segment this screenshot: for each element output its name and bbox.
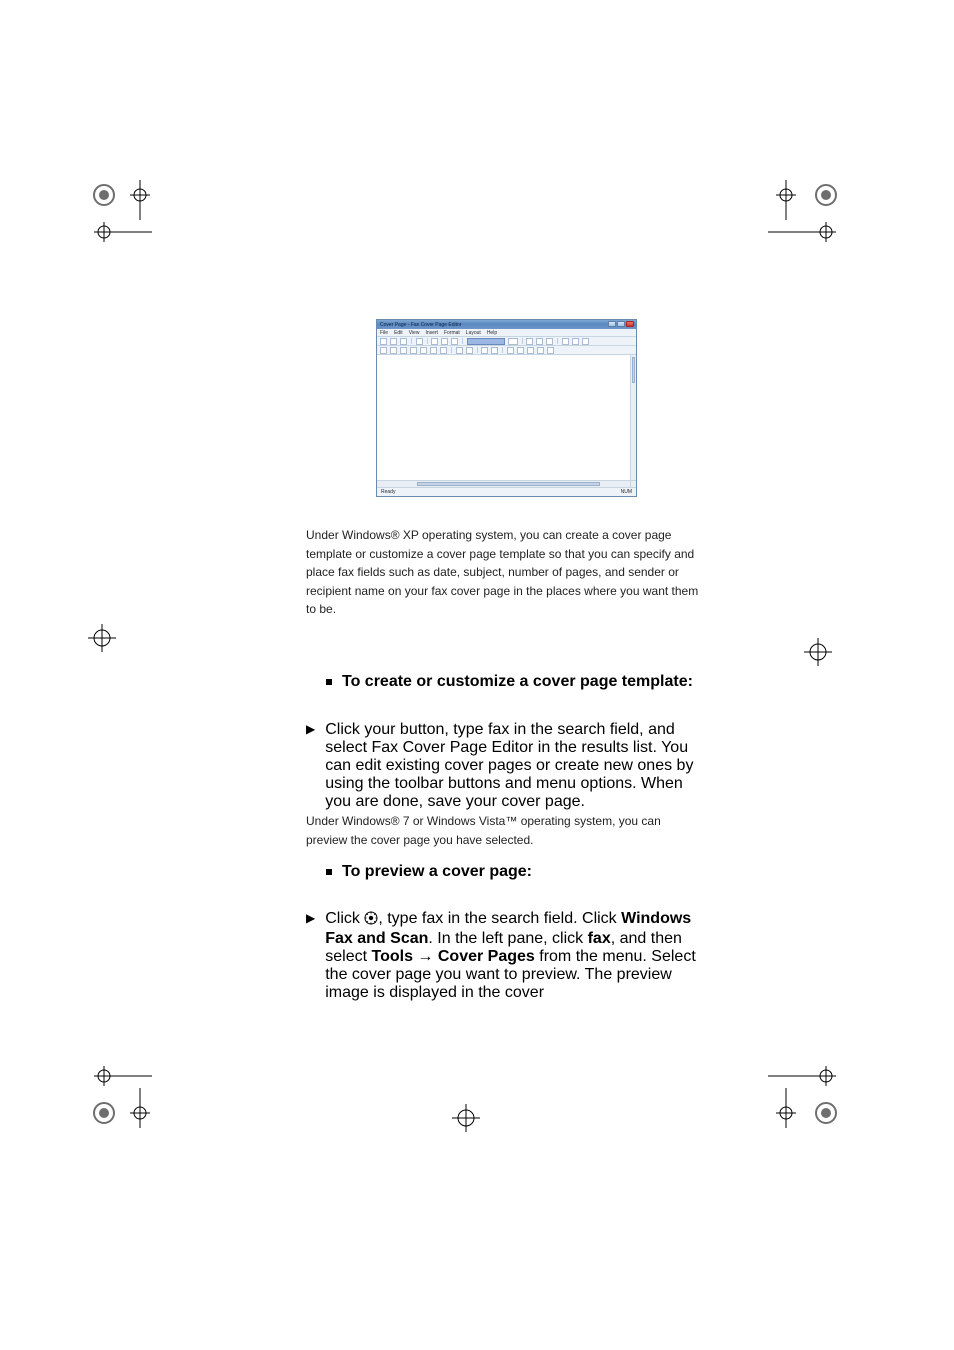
canvas-area [377,355,636,480]
menu-format[interactable]: Format [444,330,460,336]
toolbar-sep [462,338,463,344]
menu-file[interactable]: File [380,330,388,336]
font-size-select[interactable] [508,338,518,345]
vertical-scrollbar[interactable] [630,355,636,480]
reg-mark-top-left [82,180,152,250]
step-create-template: ▶ Click your button, type fax in the sea… [306,721,704,811]
step-text: Click , type fax in the search field. Cl… [325,910,704,1002]
reg-mark-mid-right [798,632,838,672]
toolbar-sep [477,347,478,353]
paragraph-win7-vista: Under Windows® 7 or Windows Vista™ opera… [306,812,704,849]
reg-mark-bot-left [82,1058,152,1128]
open-icon[interactable] [390,338,397,345]
underline-icon[interactable] [546,338,553,345]
italic-icon[interactable] [536,338,543,345]
close-button[interactable] [626,321,634,327]
text-icon[interactable] [390,347,397,354]
menu-help[interactable]: Help [487,330,497,336]
horizontal-scrollbar[interactable] [377,480,630,487]
toolbar-standard [377,337,636,346]
canvas[interactable] [378,356,630,480]
menu-view[interactable]: View [409,330,420,336]
reg-mark-mid-left [82,618,122,658]
line-icon[interactable] [400,347,407,354]
reg-mark-top-right [768,180,848,250]
toolbar-sep [557,338,558,344]
menu-edit[interactable]: Edit [394,330,403,336]
ellipse-icon[interactable] [440,347,447,354]
toolbar-drawing [377,346,636,355]
maximize-button[interactable] [617,321,625,327]
statusbar: Ready NUM [377,487,636,496]
step-preview-cover: ▶ Click , type fax in the search field. … [306,910,704,1002]
align-right2-icon[interactable] [517,347,524,354]
menu-layout[interactable]: Layout [466,330,481,336]
print-icon[interactable] [416,338,423,345]
toolbar-sep [522,338,523,344]
space-across-icon[interactable] [481,347,488,354]
square-bullet-icon [326,869,332,875]
toolbar-sep [502,347,503,353]
toolbar-sep [451,347,452,353]
heading-preview-cover: To preview a cover page: [326,863,704,881]
scroll-corner [630,480,636,487]
toolbar-sep [427,338,428,344]
status-ready: Ready [381,489,395,495]
reg-mark-bot-right [768,1058,848,1128]
toolbar-sep [411,338,412,344]
rect-icon[interactable] [410,347,417,354]
reg-mark-bot-center [446,1098,486,1138]
heading-text: To preview a cover page: [342,863,532,881]
align-bottom-icon[interactable] [537,347,544,354]
arrow-bullet-icon: ▶ [306,911,315,1002]
polygon-icon[interactable] [430,347,437,354]
font-select[interactable] [467,338,505,345]
status-num: NUM [621,489,632,495]
cover-page-editor-screenshot: Cover Page - Fax Cover Page Editor File … [376,319,637,497]
step-text: Click your button, type fax in the searc… [325,721,704,811]
heading-text: To create or customize a cover page temp… [342,673,693,691]
space-down-icon[interactable] [491,347,498,354]
align-right-icon[interactable] [582,338,589,345]
start-orb-icon [364,911,378,930]
align-left2-icon[interactable] [507,347,514,354]
paragraph-xp-intro: Under Windows® XP operating system, you … [306,526,704,619]
minimize-button[interactable] [608,321,616,327]
save-icon[interactable] [400,338,407,345]
new-icon[interactable] [380,338,387,345]
align-top-icon[interactable] [527,347,534,354]
align-center-icon[interactable] [572,338,579,345]
arrow-bullet-icon: ▶ [306,722,315,811]
window-title: Cover Page - Fax Cover Page Editor [380,322,461,328]
bold-icon[interactable] [526,338,533,345]
copy-icon[interactable] [441,338,448,345]
paste-icon[interactable] [451,338,458,345]
app-window: Cover Page - Fax Cover Page Editor File … [376,319,637,497]
align-left-icon[interactable] [562,338,569,345]
roundrect-icon[interactable] [420,347,427,354]
window-controls [608,321,634,327]
grid-icon[interactable] [547,347,554,354]
bring-front-icon[interactable] [456,347,463,354]
send-back-icon[interactable] [466,347,473,354]
heading-create-template: To create or customize a cover page temp… [326,673,704,691]
menu-insert[interactable]: Insert [425,330,438,336]
square-bullet-icon [326,679,332,685]
cut-icon[interactable] [431,338,438,345]
hscroll-row [377,480,636,487]
menubar: File Edit View Insert Format Layout Help [377,329,636,337]
titlebar: Cover Page - Fax Cover Page Editor [377,320,636,329]
pointer-icon[interactable] [380,347,387,354]
